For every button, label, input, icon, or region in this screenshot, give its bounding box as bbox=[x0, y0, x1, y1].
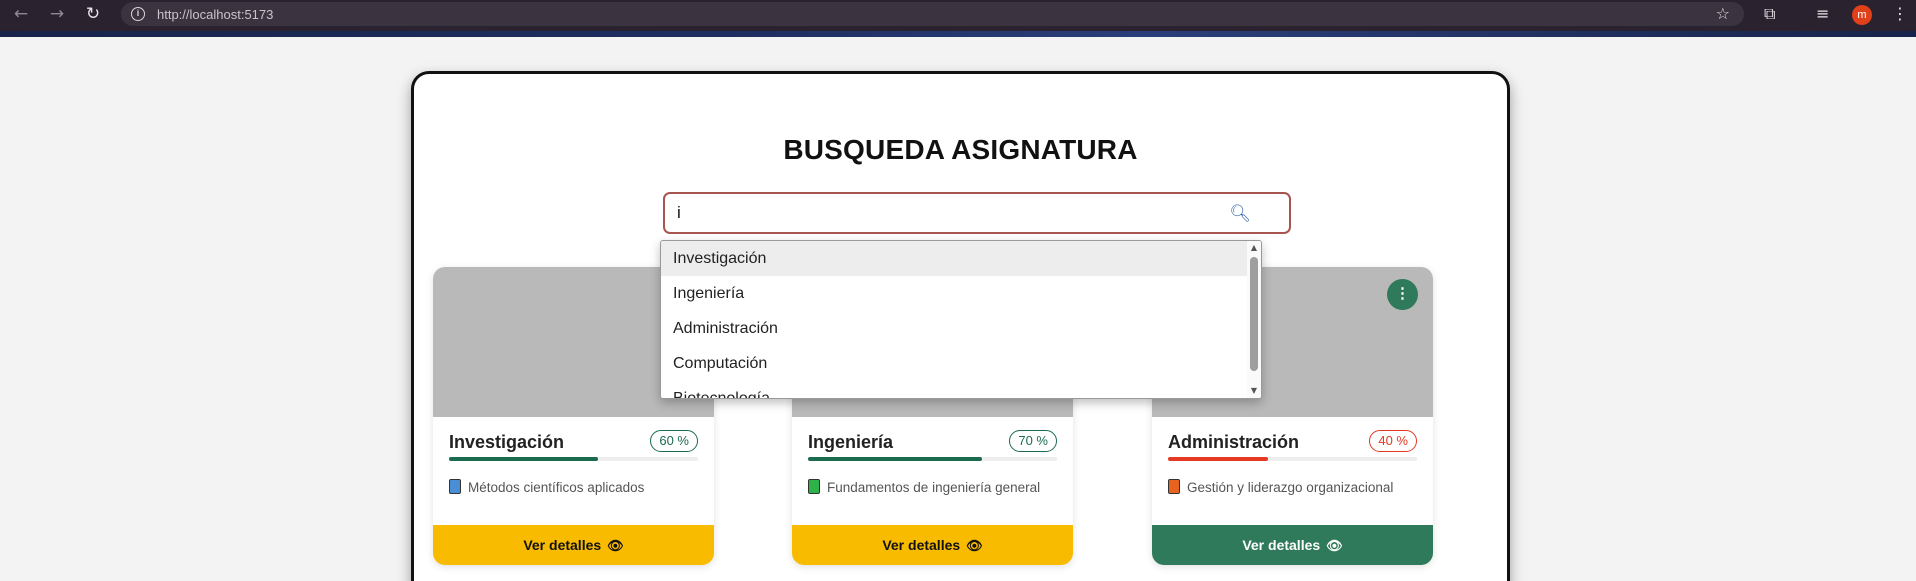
progress-bar bbox=[808, 457, 1057, 461]
star-icon[interactable]: ☆ bbox=[1716, 4, 1730, 23]
search-box[interactable]: 🔍︎ bbox=[663, 192, 1291, 234]
browser-toolbar: ← → ↻ i http://localhost:5173 ☆ ⧉ ≡ m ⋮ bbox=[0, 0, 1916, 31]
view-details-label: Ver detalles bbox=[523, 537, 602, 553]
forward-arrow-icon[interactable]: → bbox=[46, 3, 68, 25]
view-details-label: Ver detalles bbox=[1242, 537, 1321, 553]
suggestion-item[interactable]: Investigación bbox=[661, 241, 1248, 276]
url-text[interactable]: http://localhost:5173 bbox=[157, 7, 273, 22]
more-vertical-icon: ⋮ bbox=[1395, 285, 1410, 302]
card-description: Fundamentos de ingeniería general bbox=[827, 480, 1041, 495]
eye-icon: 👁︎ bbox=[966, 539, 983, 554]
percent-badge: 40 % bbox=[1369, 430, 1417, 452]
progress-fill bbox=[449, 457, 599, 461]
progress-fill bbox=[1168, 457, 1268, 461]
search-input[interactable] bbox=[677, 202, 1217, 224]
page-banner-strip bbox=[0, 31, 1916, 37]
scroll-up-arrow-icon[interactable]: ▲ bbox=[1249, 243, 1259, 253]
search-suggestions: Investigación Ingeniería Administración … bbox=[660, 240, 1262, 399]
card-title: Investigación bbox=[449, 432, 565, 452]
card-menu-button[interactable]: ⋮ bbox=[1387, 279, 1418, 310]
suggestion-item[interactable]: Ingeniería bbox=[661, 276, 1248, 311]
avatar[interactable]: m bbox=[1852, 5, 1872, 25]
card-title: Ingeniería bbox=[808, 432, 894, 452]
view-details-button[interactable]: Ver detalles 👁︎ bbox=[433, 525, 714, 565]
scrollbar[interactable]: ▲ ▼ bbox=[1247, 241, 1261, 398]
page-title: BUSQUEDA ASIGNATURA bbox=[783, 134, 1138, 165]
suggestion-item[interactable]: Biotecnología bbox=[661, 381, 1248, 398]
card-title: Administración bbox=[1168, 432, 1300, 452]
card-description: Gestión y liderazgo organizacional bbox=[1187, 480, 1394, 495]
scrollbar-thumb[interactable] bbox=[1250, 257, 1258, 371]
percent-badge: 60 % bbox=[650, 430, 698, 452]
search-icon[interactable]: 🔍︎ bbox=[1229, 204, 1251, 224]
progress-bar bbox=[1168, 457, 1417, 461]
eye-icon: 👁︎ bbox=[607, 539, 624, 554]
eye-icon: 👁︎ bbox=[1326, 539, 1343, 554]
book-icon bbox=[449, 479, 461, 494]
view-details-button[interactable]: Ver detalles 👁︎ bbox=[792, 525, 1073, 565]
extensions-icon[interactable]: ⧉ bbox=[1764, 3, 1775, 25]
progress-bar bbox=[449, 457, 698, 461]
kebab-menu-icon[interactable]: ⋮ bbox=[1892, 3, 1908, 25]
book-icon bbox=[1168, 479, 1180, 494]
reload-icon[interactable]: ↻ bbox=[82, 3, 104, 25]
view-details-button[interactable]: Ver detalles 👁︎ bbox=[1152, 525, 1433, 565]
info-icon[interactable]: i bbox=[131, 7, 145, 21]
progress-fill bbox=[808, 457, 983, 461]
book-icon bbox=[808, 479, 820, 494]
media-control-icon[interactable]: ≡ bbox=[1816, 3, 1829, 25]
view-details-label: Ver detalles bbox=[882, 537, 961, 553]
percent-badge: 70 % bbox=[1009, 430, 1057, 452]
suggestion-item[interactable]: Computación bbox=[661, 346, 1248, 381]
back-arrow-icon[interactable]: ← bbox=[10, 3, 32, 25]
suggestion-item[interactable]: Administración bbox=[661, 311, 1248, 346]
address-bar[interactable]: i http://localhost:5173 ☆ bbox=[121, 2, 1744, 26]
card-description: Métodos científicos aplicados bbox=[468, 480, 645, 495]
scroll-down-arrow-icon[interactable]: ▼ bbox=[1249, 386, 1259, 396]
